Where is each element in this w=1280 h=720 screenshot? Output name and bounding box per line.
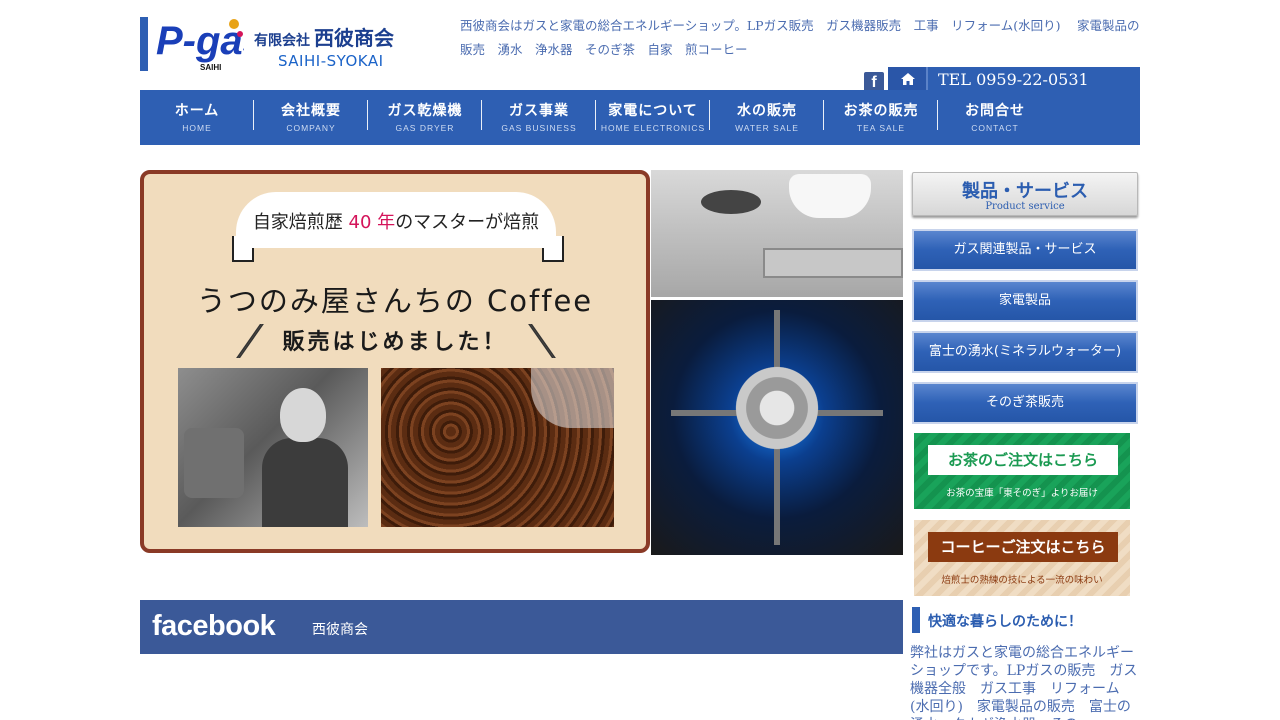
facebook-bar[interactable]: facebook 西彼商会 <box>140 600 903 654</box>
roaster-person-body <box>262 438 348 527</box>
company-name: 有限会社 西彼商会 <box>254 22 394 51</box>
company-type: 有限会社 <box>254 33 310 49</box>
stove-grill <box>763 248 903 278</box>
coffee-order-title: コーヒーご注文はこちら <box>928 532 1118 562</box>
burner <box>701 190 761 214</box>
nav-item-water-sale[interactable]: 水の販売 WATER SALE <box>710 90 824 145</box>
nav-item-gas-business[interactable]: ガス事業 GAS BUSINESS <box>482 90 596 145</box>
sidebar-heading-en: Product service <box>985 201 1065 212</box>
nav-item-gas-dryer[interactable]: ガス乾燥機 GAS DRYER <box>368 90 482 145</box>
logo-accent-bar <box>140 17 148 71</box>
nav-label: ガス事業 <box>509 103 569 119</box>
site-logo[interactable]: P-gas SAIHI 有限会社西彼商会 SAIHI-SYOKAI <box>140 14 420 76</box>
sidebar-button-tea[interactable]: そのぎ茶販売 <box>912 382 1138 424</box>
nav-item-home[interactable]: ホーム HOME <box>140 90 254 145</box>
nav-item-home-electronics[interactable]: 家電について HOME ELECTRONICS <box>596 90 710 145</box>
nav-label-en: HOME <box>182 123 212 133</box>
coffee-beans-photo <box>381 368 614 527</box>
nav-label: ホーム <box>174 103 220 119</box>
nav-label-en: COMPANY <box>286 123 336 133</box>
nav-label: 家電について <box>608 103 698 119</box>
facebook-page-name: 西彼商会 <box>312 622 368 638</box>
gas-stove-photo <box>651 170 903 297</box>
company-name-en: SAIHI-SYOKAI <box>278 52 384 70</box>
white-pot <box>789 174 871 218</box>
nav-label: ガス乾燥機 <box>387 103 463 119</box>
gas-flame-photo <box>651 300 903 555</box>
tea-order-sub: お茶の宝庫「東そのぎ」よりお届け <box>946 488 1098 499</box>
home-icon <box>901 73 915 85</box>
nav-label-en: HOME ELECTRONICS <box>600 123 706 133</box>
nav-label: 水の販売 <box>737 103 797 119</box>
logo-mark-sub: SAIHI <box>200 63 221 72</box>
home-button[interactable] <box>888 67 928 90</box>
sidebar-section-heading: 快適な暮らしのために！ <box>912 607 1138 633</box>
company-name-text: 西彼商会 <box>314 26 394 50</box>
coffee-order-banner[interactable]: コーヒーご注文はこちら 焙煎士の熟練の技による一流の味わい <box>914 520 1130 596</box>
roaster-drum <box>184 428 244 498</box>
sidebar-button-water[interactable]: 富士の湧水(ミネラルウォーター) <box>912 331 1138 373</box>
sidebar-button-electronics[interactable]: 家電製品 <box>912 280 1138 322</box>
nav-label: お茶の販売 <box>843 103 919 119</box>
nav-label: 会社概要 <box>281 103 341 119</box>
banner-ribbon: 自家焙煎歴 40 年のマスターが焙煎 <box>236 192 556 248</box>
ribbon-years: 40 年 <box>348 212 396 233</box>
sidebar-section-text: 弊社はガスと家電の総合エネルギーショップです。LPガスの販売 ガス機器全般 ガス… <box>910 645 1138 720</box>
nav-item-contact[interactable]: お問合せ CONTACT <box>938 90 1052 145</box>
main-nav: ホーム HOME 会社概要 COMPANY ガス乾燥機 GAS DRYER ガス事業 G… <box>140 90 1140 145</box>
nav-label-en: WATER SALE <box>735 123 799 133</box>
tea-order-banner[interactable]: お茶のご注文はこちら お茶の宝庫「東そのぎ」よりお届け <box>914 433 1130 509</box>
banner-subtitle: 販売はじめました！ <box>282 330 508 355</box>
nav-label-en: CONTACT <box>971 123 1019 133</box>
ribbon-text: 自家焙煎歴 40 年のマスターが焙煎 <box>236 208 556 234</box>
bean-jar <box>531 368 614 428</box>
coffee-order-sub: 焙煎士の熟練の技による一流の味わい <box>941 575 1103 586</box>
facebook-logo: facebook <box>152 610 276 642</box>
ribbon-text-pre: 自家焙煎歴 <box>252 212 343 233</box>
section-accent-bar <box>912 607 920 633</box>
tel-bar: TEL 0959-22-0531 <box>888 67 1140 90</box>
banner-title: うつのみ屋さんちの Coffee <box>196 284 594 318</box>
nav-item-tea-sale[interactable]: お茶の販売 TEA SALE <box>824 90 938 145</box>
section-title: 快適な暮らしのために！ <box>928 614 1082 630</box>
nav-label-en: GAS BUSINESS <box>501 123 577 133</box>
sidebar-heading: 製品・サービス Product service <box>912 172 1138 216</box>
sidebar-heading-jp: 製品・サービス <box>962 181 1088 202</box>
nav-item-company[interactable]: 会社概要 COMPANY <box>254 90 368 145</box>
nav-label: お問合せ <box>965 103 1025 119</box>
sidebar-button-gas[interactable]: ガス関連製品・サービス <box>912 229 1138 271</box>
nav-label-en: GAS DRYER <box>395 123 455 133</box>
roaster-photo <box>178 368 368 527</box>
roaster-person-head <box>280 388 326 442</box>
nav-label-en: TEA SALE <box>856 123 906 133</box>
tea-order-title: お茶のご注文はこちら <box>928 445 1118 475</box>
coffee-banner[interactable]: 自家焙煎歴 40 年のマスターが焙煎 うつのみ屋さんちの Coffee 販売はじ… <box>140 170 650 553</box>
burner-ring <box>729 360 825 456</box>
facebook-icon[interactable]: f <box>864 72 884 92</box>
p-gas-logo-icon: P-gas SAIHI <box>156 19 244 72</box>
header-tagline: 西彼商会はガスと家電の総合エネルギーショップ。LPガス販売 ガス機器販売 工事 … <box>460 18 1140 57</box>
ribbon-text-post: のマスターが焙煎 <box>395 212 540 233</box>
tel-number[interactable]: TEL 0959-22-0531 <box>938 70 1089 89</box>
